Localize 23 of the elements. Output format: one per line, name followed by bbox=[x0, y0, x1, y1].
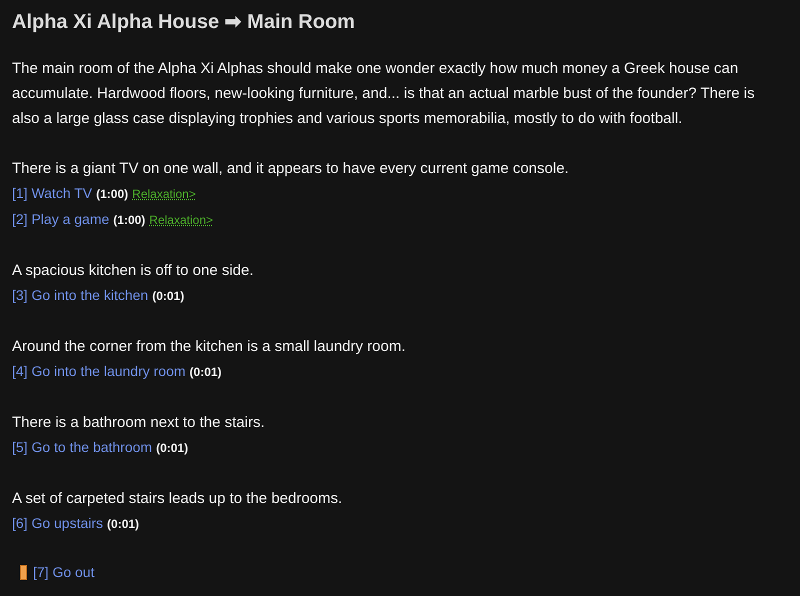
duration-label: (0:01) bbox=[156, 440, 188, 457]
category-tag: Relaxation> bbox=[149, 208, 214, 233]
paragraph: There is a bathroom next to the stairs. bbox=[12, 413, 266, 433]
action-link[interactable]: [4] Go into the laundry room bbox=[12, 359, 186, 384]
page-title: Alpha Xi Alpha House ➡ Main Room bbox=[12, 10, 356, 34]
action-link[interactable]: [6] Go upstairs bbox=[12, 511, 104, 536]
paragraph: The main room of the Alpha Xi Alphas should make one wonder exactly how much money a Greek house can accumulate. Hardwood floors, new-looking furniture, and... is that an actual marble bust of the founder? There is also a large glass case displaying trophies and various sports memorabilia, mostly to do with football. bbox=[12, 59, 756, 129]
paragraph: A spacious kitchen is off to one side. bbox=[12, 261, 255, 281]
door-icon bbox=[20, 565, 27, 580]
action-link[interactable]: [3] Go into the kitchen bbox=[12, 283, 148, 308]
category-tag: Relaxation> bbox=[132, 182, 196, 207]
duration-label: (0:01) bbox=[190, 364, 222, 381]
exit-link[interactable]: [7] Go out bbox=[33, 562, 94, 583]
paragraph: There is a giant TV on one wall, and it appears to have every current game console. bbox=[12, 159, 570, 179]
duration-label: (0:01) bbox=[152, 288, 184, 305]
action-link[interactable]: [5] Go to the bathroom bbox=[12, 435, 152, 460]
duration-label: (1:00) bbox=[96, 186, 128, 203]
paragraph: Around the corner from the kitchen is a small laundry room. bbox=[12, 337, 407, 357]
action-link[interactable]: [2] Play a game bbox=[12, 207, 110, 232]
duration-label: (1:00) bbox=[113, 212, 146, 229]
paragraph: A set of carpeted stairs leads up to the bedrooms. bbox=[12, 489, 344, 509]
action-link[interactable]: [1] Watch TV bbox=[12, 181, 92, 206]
duration-label: (0:01) bbox=[107, 516, 140, 533]
